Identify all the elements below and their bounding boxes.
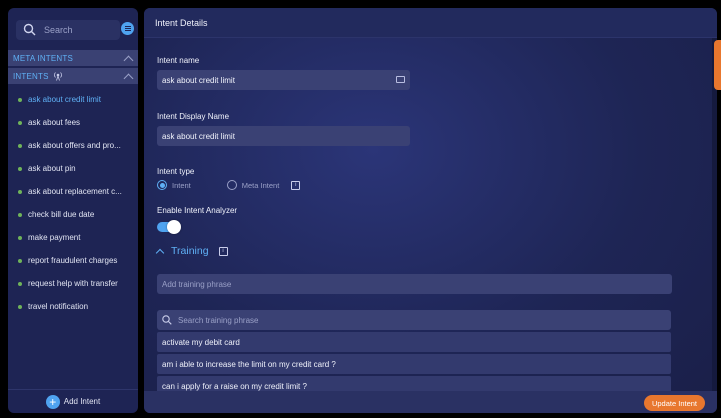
intent-item-label: ask about offers and pro... (28, 141, 121, 150)
intent-name-field[interactable]: ask about credit limit (157, 70, 410, 90)
intent-item-label: travel notification (28, 302, 89, 311)
intent-item-label: ask about replacement c... (28, 187, 122, 196)
status-dot (18, 120, 22, 125)
intent-details-panel: Intent Details Intent name ask about cre… (144, 8, 717, 413)
meta-intents-section[interactable]: META INTENTS (8, 50, 138, 66)
sidebar: META INTENTS INTENTS ask about credit li… (8, 8, 138, 413)
meta-intents-label: META INTENTS (13, 53, 74, 63)
intent-item-label: check bill due date (28, 210, 95, 219)
intent-item[interactable]: ask about replacement c... (8, 180, 138, 203)
intent-item-label: request help with transfer (28, 279, 118, 288)
radio-intent[interactable] (157, 180, 167, 190)
status-dot (18, 235, 22, 240)
status-dot (18, 97, 22, 102)
intent-item-label: ask about pin (28, 164, 76, 173)
display-name-field[interactable]: ask about credit limit (157, 126, 410, 146)
intent-item[interactable]: ask about pin (8, 157, 138, 180)
search-phrase-placeholder: Search training phrase (178, 315, 259, 325)
intent-item-label: report fraudulent charges (28, 256, 118, 265)
intent-item[interactable]: report fraudulent charges (8, 249, 138, 272)
training-section-header[interactable]: Training i (155, 245, 228, 257)
side-drawer-handle[interactable] (714, 40, 721, 90)
intent-item[interactable]: travel notification (8, 295, 138, 318)
add-intent-label: Add Intent (63, 397, 101, 406)
training-title: Training (171, 245, 209, 257)
chevron-up-icon[interactable] (155, 248, 165, 257)
intent-item-label: ask about fees (28, 118, 81, 127)
intents-label: INTENTS (13, 71, 49, 81)
status-dot (18, 258, 22, 263)
display-name-label: Intent Display Name (157, 112, 230, 121)
status-dot (18, 189, 22, 194)
add-phrase-placeholder: Add training phrase (162, 279, 232, 289)
page-title: Intent Details (155, 17, 208, 28)
plus-icon: + (45, 394, 60, 409)
training-phrase-text: activate my debit card (162, 337, 240, 347)
radio-meta-intent-label: Meta Intent (241, 180, 280, 190)
intent-analyzer-toggle[interactable] (157, 220, 181, 234)
panel-footer: Update Intent (144, 391, 717, 413)
search-icon (162, 315, 172, 325)
scrollbar[interactable] (712, 38, 717, 391)
antenna-icon (53, 72, 62, 81)
search-icon (23, 23, 36, 36)
intents-section[interactable]: INTENTS (8, 68, 138, 84)
status-dot (18, 304, 22, 309)
training-phrase-row[interactable]: activate my debit card (157, 332, 671, 352)
training-phrase-text: am i able to increase the limit on my cr… (162, 359, 336, 369)
intent-type-radio-group: Intent Meta Intent i (157, 180, 301, 190)
intent-item[interactable]: check bill due date (8, 203, 138, 226)
display-name-value: ask about credit limit (162, 131, 235, 141)
radio-meta-intent[interactable] (226, 180, 237, 190)
status-dot (18, 166, 22, 171)
add-intent-button[interactable]: + Add Intent (8, 389, 138, 413)
chevron-up-icon[interactable] (123, 73, 134, 83)
status-dot (18, 281, 22, 286)
intent-item-label: ask about credit limit (28, 95, 101, 104)
panel-header: Intent Details (144, 8, 717, 38)
training-phrase-text: can i apply for a raise on my credit lim… (162, 381, 307, 391)
filter-icon[interactable] (121, 22, 134, 35)
status-dot (18, 143, 22, 148)
keyboard-icon[interactable] (396, 76, 405, 83)
info-icon[interactable]: i (291, 180, 301, 190)
intent-item[interactable]: request help with transfer (8, 272, 138, 295)
intent-item[interactable]: ask about fees (8, 111, 138, 134)
intent-item-label: make payment (28, 233, 81, 242)
intent-list: ask about credit limit ask about fees as… (8, 88, 138, 318)
chevron-up-icon[interactable] (123, 55, 134, 65)
app-window: META INTENTS INTENTS ask about credit li… (4, 4, 717, 414)
intent-name-value: ask about credit limit (162, 75, 235, 85)
update-intent-button[interactable]: Update Intent (644, 395, 705, 411)
search-training-phrase-input[interactable]: Search training phrase (157, 310, 671, 330)
info-icon[interactable]: i (218, 246, 228, 256)
intent-type-label: Intent type (157, 167, 195, 176)
intent-item[interactable]: ask about offers and pro... (8, 134, 138, 157)
radio-intent-label: Intent (172, 180, 191, 190)
status-dot (18, 212, 22, 217)
intent-item[interactable]: make payment (8, 226, 138, 249)
intent-item[interactable]: ask about credit limit (8, 88, 138, 111)
training-phrase-row[interactable]: am i able to increase the limit on my cr… (157, 354, 671, 374)
add-training-phrase-input[interactable]: Add training phrase (157, 274, 672, 294)
search-input[interactable] (44, 25, 114, 35)
analyzer-label: Enable Intent Analyzer (157, 206, 238, 215)
sidebar-search[interactable] (16, 20, 120, 40)
intent-name-label: Intent name (157, 56, 200, 65)
